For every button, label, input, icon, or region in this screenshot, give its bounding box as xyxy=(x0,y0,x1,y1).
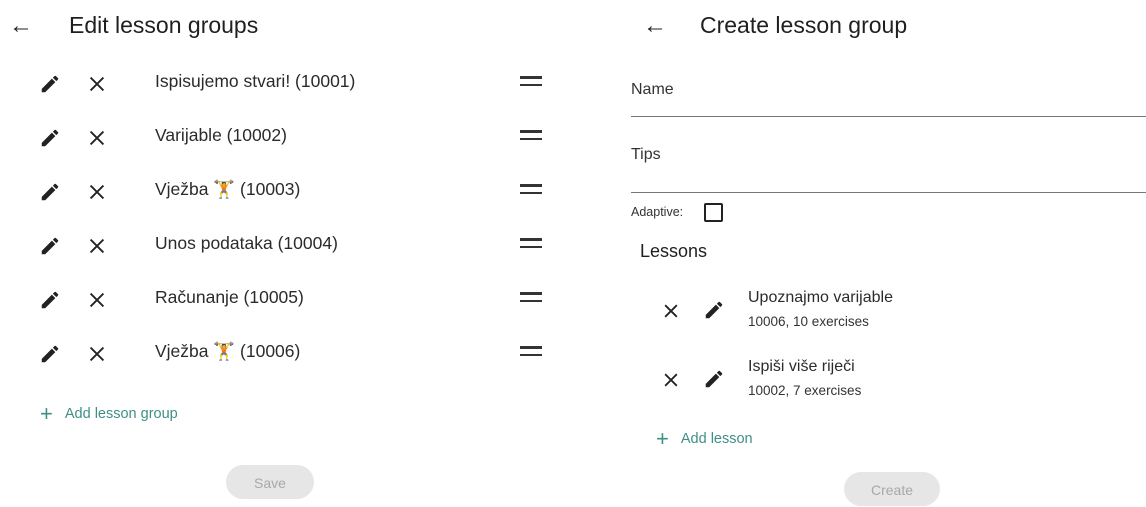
lesson-group-row: Unos podataka (10004) xyxy=(0,220,600,274)
lesson-name: Upoznajmo varijable xyxy=(748,289,893,306)
drag-handle-icon[interactable] xyxy=(520,76,542,90)
name-field[interactable] xyxy=(631,116,1146,117)
page-title: Create lesson group xyxy=(700,12,908,38)
create-lesson-group-panel: ← Create lesson group Name Tips Adaptive… xyxy=(615,0,1146,506)
lesson-group-row: Ispisujemo stvari! (10001) xyxy=(0,58,600,112)
pencil-icon[interactable] xyxy=(39,127,61,149)
pencil-icon[interactable] xyxy=(39,235,61,257)
add-lesson-label: Add lesson xyxy=(680,431,753,447)
lesson-group-name: Unos podataka (10004) xyxy=(155,233,338,253)
pencil-icon[interactable] xyxy=(39,181,61,203)
create-button[interactable]: Create xyxy=(844,472,940,506)
tips-field[interactable] xyxy=(631,192,1146,193)
plus-icon: + xyxy=(656,426,669,451)
add-lesson-group-button[interactable]: + Add lesson group xyxy=(40,401,178,427)
close-icon[interactable] xyxy=(661,301,681,321)
lesson-group-row: Vježba 🏋 (10003) xyxy=(0,166,600,220)
pencil-icon[interactable] xyxy=(703,299,725,321)
lesson-group-row: Računanje (10005) xyxy=(0,274,600,328)
lesson-item: Ispiši više riječi 10002, 7 exercises xyxy=(615,358,1146,418)
lesson-meta: 10006, 10 exercises xyxy=(748,314,869,329)
close-icon[interactable] xyxy=(661,370,681,390)
pencil-icon[interactable] xyxy=(39,73,61,95)
tips-field-label: Tips xyxy=(631,146,661,163)
page-title: Edit lesson groups xyxy=(69,12,259,38)
close-icon[interactable] xyxy=(86,73,108,95)
save-button[interactable]: Save xyxy=(226,465,314,499)
lesson-group-name: Računanje (10005) xyxy=(155,287,304,307)
lesson-group-name: Varijable (10002) xyxy=(155,125,287,145)
pencil-icon[interactable] xyxy=(39,289,61,311)
add-lesson-group-label: Add lesson group xyxy=(64,406,178,422)
lessons-heading: Lessons xyxy=(640,241,708,261)
lesson-group-row: Vježba 🏋 (10006) xyxy=(0,328,600,382)
close-icon[interactable] xyxy=(86,235,108,257)
plus-icon: + xyxy=(40,401,53,426)
close-icon[interactable] xyxy=(86,289,108,311)
close-icon[interactable] xyxy=(86,343,108,365)
drag-handle-icon[interactable] xyxy=(520,184,542,198)
lesson-group-name: Vježba 🏋 (10003) xyxy=(155,179,301,199)
drag-handle-icon[interactable] xyxy=(520,238,542,252)
back-arrow-icon[interactable]: ← xyxy=(643,14,667,38)
lesson-item: Upoznajmo varijable 10006, 10 exercises xyxy=(615,289,1146,349)
lesson-name: Ispiši više riječi xyxy=(748,358,855,375)
edit-lesson-groups-panel: ← Edit lesson groups Ispisujemo stvari! … xyxy=(0,0,600,499)
adaptive-label: Adaptive: xyxy=(631,205,684,219)
close-icon[interactable] xyxy=(86,181,108,203)
lesson-meta: 10002, 7 exercises xyxy=(748,383,862,398)
add-lesson-button[interactable]: + Add lesson xyxy=(656,426,753,452)
lesson-group-name: Vježba 🏋 (10006) xyxy=(155,341,301,361)
pencil-icon[interactable] xyxy=(39,343,61,365)
adaptive-checkbox[interactable] xyxy=(704,203,723,222)
lesson-group-name: Ispisujemo stvari! (10001) xyxy=(155,71,356,91)
name-field-label: Name xyxy=(631,81,674,98)
back-arrow-icon[interactable]: ← xyxy=(9,14,33,38)
pencil-icon[interactable] xyxy=(703,368,725,390)
drag-handle-icon[interactable] xyxy=(520,346,542,360)
close-icon[interactable] xyxy=(86,127,108,149)
drag-handle-icon[interactable] xyxy=(520,130,542,144)
lesson-group-row: Varijable (10002) xyxy=(0,112,600,166)
drag-handle-icon[interactable] xyxy=(520,292,542,306)
